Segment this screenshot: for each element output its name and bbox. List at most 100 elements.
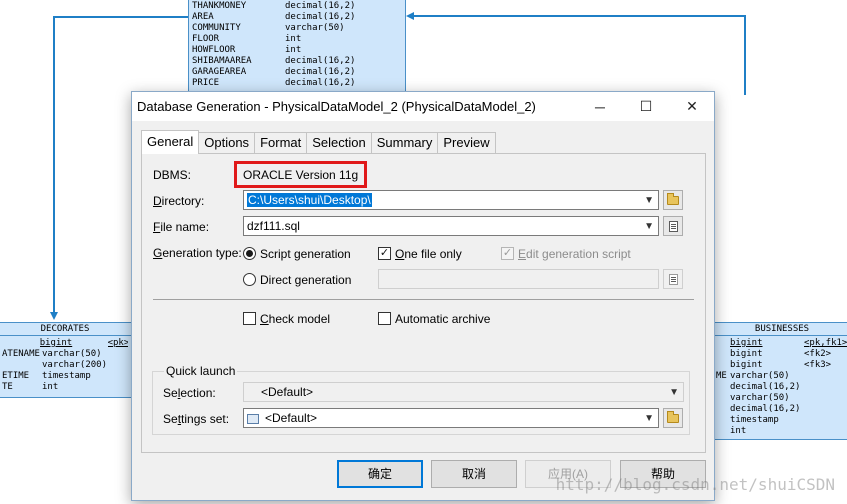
direct-generation-field[interactable] (378, 269, 659, 289)
chevron-down-icon[interactable]: ▼ (644, 192, 654, 209)
entity-column-row: int (716, 426, 847, 437)
edit-file-button[interactable] (663, 216, 683, 236)
maximize-button[interactable]: ☐ (623, 92, 669, 121)
edit-generation-script-checkbox[interactable]: ✓ (501, 247, 514, 260)
column-name: GARAGEAREA (192, 67, 247, 77)
column-name (716, 338, 730, 349)
column-type: bigint (730, 338, 763, 348)
entity-businesses[interactable]: BUSINESSES bigint <pk,fk1> bigint <fk2> bigi… (712, 322, 847, 440)
entity-columns: bigint <pk,fk1> bigint <fk2> bigint <fk3> ME va… (713, 336, 847, 439)
check-model-checkbox[interactable] (243, 312, 256, 325)
entity-top[interactable]: THANKMONEY decimal(16,2) AREA decimal(16,2)… (188, 0, 406, 94)
entity-column-row: GARAGEAREA decimal(16,2) (192, 67, 402, 78)
column-type: varchar(50) (730, 371, 790, 381)
column-name: ATENAME (2, 349, 40, 359)
script-generation-radio[interactable] (243, 247, 256, 260)
column-type: decimal(16,2) (285, 67, 356, 77)
tab-summary[interactable]: Summary (370, 132, 439, 154)
document-icon (668, 220, 678, 232)
dialog-title: Database Generation - PhysicalDataModel_… (137, 99, 536, 114)
automatic-archive-checkbox[interactable] (378, 312, 391, 325)
column-type: decimal(16,2) (730, 382, 801, 392)
column-name (716, 415, 730, 426)
direct-generation-button[interactable] (663, 269, 683, 289)
document-icon (668, 273, 678, 285)
column-name: HOWFLOOR (192, 45, 236, 55)
column-name (2, 360, 42, 371)
dbms-label: DBMS: (153, 168, 192, 182)
script-generation-label[interactable]: Script generation (260, 247, 351, 261)
database-generation-dialog: Database Generation - PhysicalDataModel_… (131, 91, 715, 501)
file-name-combo[interactable]: dzf111.sql ▼ (243, 216, 659, 236)
column-type: varchar(50) (730, 393, 790, 403)
chevron-down-icon[interactable]: ▼ (644, 218, 654, 235)
entity-column-row: timestamp (716, 415, 847, 426)
tab-selection[interactable]: Selection (306, 132, 372, 154)
column-name: ME (716, 371, 727, 381)
watermark-text: http://blog.csdn.net/shuiCSDN (555, 475, 835, 494)
tab-format[interactable]: Format (254, 132, 308, 154)
browse-directory-button[interactable] (663, 190, 683, 210)
column-type: timestamp (42, 371, 91, 381)
entity-column-row: decimal(16,2) (716, 404, 847, 415)
tab-options[interactable]: Options (198, 132, 256, 154)
entity-column-row: HOWFLOOR int (192, 45, 402, 56)
relationship-line (53, 16, 190, 18)
entity-column-row: varchar(50) (716, 393, 847, 404)
column-key: <pk,fk1> (804, 338, 847, 348)
quick-launch-title: Quick launch (164, 364, 238, 378)
entity-title: BUSINESSES (713, 323, 847, 336)
column-name: AREA (192, 12, 214, 22)
column-name (716, 382, 730, 393)
entity-column-row: bigint <fk3> (716, 360, 847, 371)
tab-general[interactable]: General (141, 130, 200, 154)
check-model-label[interactable]: Check model (260, 312, 330, 326)
entity-columns: THANKMONEY decimal(16,2) AREA decimal(16,2)… (189, 0, 405, 91)
directory-combo[interactable]: C:\Users\shui\Desktop\ ▼ (243, 190, 659, 210)
tab-preview[interactable]: Preview (437, 132, 496, 154)
one-file-only-checkbox[interactable]: ✓ (378, 247, 391, 260)
edit-generation-script-label[interactable]: Edit generation script (518, 247, 631, 261)
direct-generation-radio[interactable] (243, 273, 256, 286)
relationship-arrow (50, 312, 58, 320)
entity-column-row: ME varchar(50) (716, 371, 847, 382)
list-icon (247, 413, 259, 424)
folder-icon (667, 192, 679, 205)
relationship-line (53, 16, 55, 314)
directory-label: Directory: (153, 194, 205, 208)
column-name: COMMUNITY (192, 23, 241, 33)
chevron-down-icon[interactable]: ▼ (669, 384, 679, 401)
settings-set-value: <Default> (265, 411, 318, 425)
column-name (2, 338, 40, 349)
browse-settings-button[interactable] (663, 408, 683, 428)
column-name (716, 360, 730, 371)
automatic-archive-label[interactable]: Automatic archive (395, 312, 490, 326)
entity-column-row: AREA decimal(16,2) (192, 12, 402, 23)
highlight-box (234, 161, 367, 188)
minimize-button[interactable]: ─ (577, 92, 623, 121)
close-button[interactable]: ✕ (669, 92, 715, 121)
entity-title: DECORATES (0, 323, 131, 336)
entity-column-row: bigint <pk> (2, 338, 128, 349)
column-name: SHIBAMAAREA (192, 56, 252, 66)
separator (153, 299, 694, 300)
selection-combo[interactable]: <Default> ▼ (243, 382, 684, 402)
entity-column-row: SHIBAMAAREA decimal(16,2) (192, 56, 402, 67)
settings-set-combo[interactable]: <Default> ▼ (243, 408, 659, 428)
column-type: bigint (730, 360, 763, 370)
column-type: varchar(200) (42, 360, 108, 370)
tab-strip: General Options Format Selection Summary… (141, 130, 496, 154)
direct-generation-label[interactable]: Direct generation (260, 273, 351, 287)
column-type: int (285, 34, 302, 44)
cancel-button[interactable]: 取消 (431, 460, 517, 488)
chevron-down-icon[interactable]: ▼ (644, 410, 654, 427)
settings-set-label: Settings set: (163, 412, 230, 426)
dialog-titlebar[interactable]: Database Generation - PhysicalDataModel_… (132, 92, 714, 121)
entity-decorates[interactable]: DECORATES bigint <pk> ATENAME varchar(50) va… (0, 322, 132, 398)
file-name-value: dzf111.sql (247, 219, 300, 233)
column-type: int (42, 382, 59, 392)
one-file-only-label[interactable]: One file only (395, 247, 462, 261)
ok-button[interactable]: 确定 (337, 460, 423, 488)
column-type: decimal(16,2) (285, 12, 356, 22)
file-name-label: File name: (153, 220, 210, 234)
